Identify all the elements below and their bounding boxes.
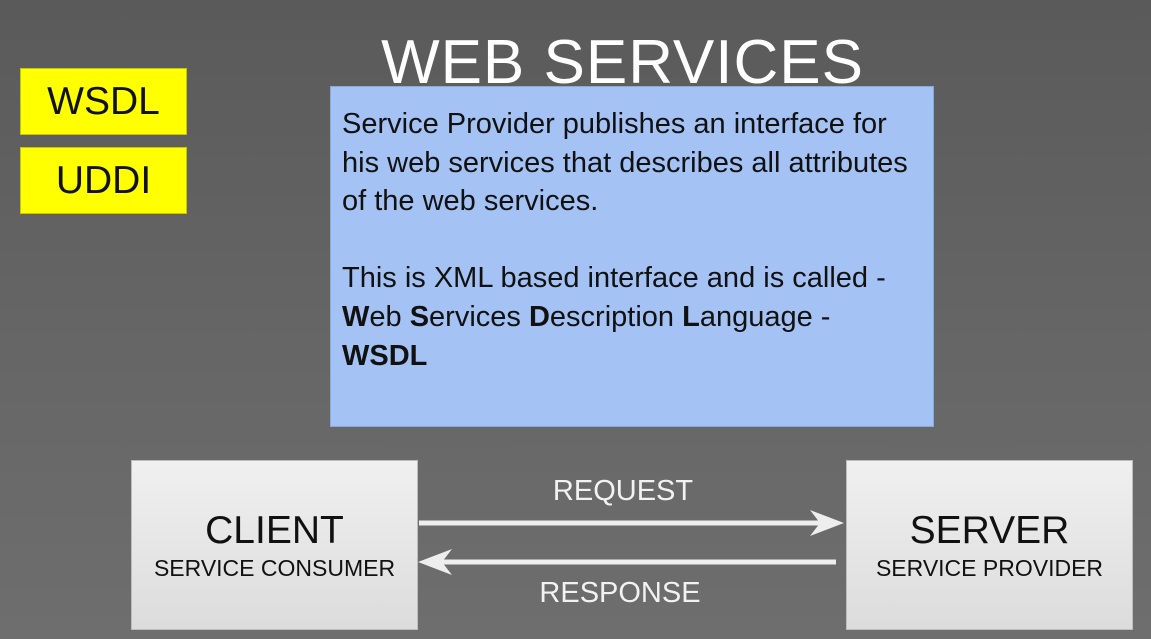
request-arrow-right-icon xyxy=(419,510,844,536)
flow-arrows xyxy=(418,510,844,575)
response-arrow-left-icon xyxy=(418,549,836,575)
